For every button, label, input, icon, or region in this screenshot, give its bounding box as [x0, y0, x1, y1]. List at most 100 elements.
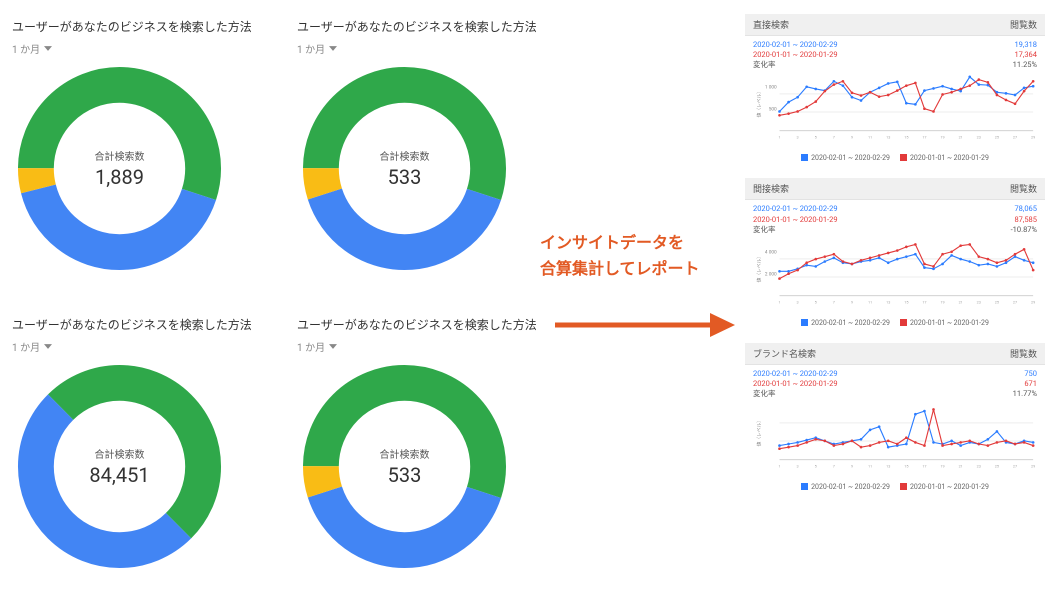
line-chart-svg: 1357911131517192123252729値（レベル）4 0002 00… — [753, 237, 1037, 313]
series2-label: 2020-01-01 ~ 2020-01-29 — [753, 379, 838, 389]
card-title: ユーザーがあなたのビジネスを検索した方法 — [12, 316, 297, 333]
panel-title: 間接検索 — [753, 182, 789, 195]
series2-label: 2020-01-01 ~ 2020-01-29 — [753, 215, 838, 225]
series1-label: 2020-02-01 ~ 2020-02-29 — [753, 204, 838, 214]
series2-value: 17,364 — [1014, 50, 1037, 60]
legend-swatch-blue — [801, 319, 808, 326]
svg-text:9: 9 — [851, 463, 853, 468]
line-chart: 1357911131517192123252729値（レベル）4 0002 00… — [753, 237, 1037, 317]
svg-text:値（レベル）: 値（レベル） — [756, 89, 763, 117]
callout-text: インサイトデータを 合算集計してレポート — [540, 230, 740, 281]
legend-swatch-red — [900, 483, 907, 490]
mini-legend: 2020-02-01 ~ 2020-02-29 2020-01-01 ~ 202… — [753, 319, 1037, 327]
svg-text:値（レベル）: 値（レベル） — [756, 254, 763, 282]
svg-text:17: 17 — [922, 299, 926, 304]
panel-metric: 閲覧数 — [1010, 347, 1037, 360]
svg-text:21: 21 — [959, 463, 963, 468]
panel-title: ブランド名検索 — [753, 347, 816, 360]
svg-text:13: 13 — [886, 299, 890, 304]
line-chart-svg: 1357911131517192123252729値（レベル）1 000500 — [753, 72, 1037, 148]
period-label: 1 か月 — [12, 41, 40, 56]
svg-text:19: 19 — [940, 135, 944, 140]
panel-indirect-search: 間接検索 閲覧数 2020-02-01 ~ 2020-02-29 78,065 2… — [745, 178, 1045, 328]
svg-text:9: 9 — [851, 299, 853, 304]
svg-text:23: 23 — [977, 299, 981, 304]
callout-line-2: 合算集計してレポート — [540, 256, 740, 282]
donut-chart: 合計検索数 533 — [297, 61, 512, 276]
svg-text:7: 7 — [833, 463, 835, 468]
svg-text:11: 11 — [868, 299, 872, 304]
svg-text:2 000: 2 000 — [765, 271, 777, 277]
donut-chart: 合計検索数 84,451 — [12, 359, 227, 574]
mini-legend: 2020-02-01 ~ 2020-02-29 2020-01-01 ~ 202… — [753, 154, 1037, 162]
series2-label: 2020-01-01 ~ 2020-01-29 — [753, 50, 838, 60]
center-value: 84,451 — [89, 463, 149, 487]
svg-text:3: 3 — [797, 135, 799, 140]
series2-value: 87,585 — [1014, 215, 1037, 225]
svg-text:21: 21 — [959, 135, 963, 140]
svg-text:15: 15 — [904, 463, 908, 468]
rate-value: 11.77% — [1013, 389, 1037, 399]
center-label: 合計検索数 — [380, 148, 430, 163]
svg-text:23: 23 — [977, 135, 981, 140]
svg-text:5: 5 — [815, 299, 817, 304]
svg-text:7: 7 — [833, 135, 835, 140]
svg-text:19: 19 — [940, 299, 944, 304]
panel-metric: 閲覧数 — [1010, 18, 1037, 31]
series1-value: 78,065 — [1014, 204, 1037, 214]
panel-direct-search: 直接検索 閲覧数 2020-02-01 ~ 2020-02-2919,318 2… — [745, 14, 1045, 164]
callout-line-1: インサイトデータを — [540, 230, 740, 256]
series1-label: 2020-02-01 ~ 2020-02-29 — [753, 369, 838, 379]
center-value: 533 — [388, 165, 422, 189]
period-label: 1 か月 — [297, 339, 325, 354]
period-dropdown[interactable]: 1 か月 — [12, 41, 52, 56]
legend-swatch-red — [900, 154, 907, 161]
svg-text:7: 7 — [833, 299, 835, 304]
svg-text:13: 13 — [886, 135, 890, 140]
legend2: 2020-01-01 ~ 2020-01-29 — [910, 483, 989, 491]
center-label: 合計検索数 — [380, 446, 430, 461]
series2-value: 671 — [1024, 379, 1037, 389]
rate-value: -10.87% — [1011, 225, 1037, 235]
period-dropdown[interactable]: 1 か月 — [297, 339, 337, 354]
center-value: 1,889 — [95, 165, 144, 189]
svg-text:25: 25 — [995, 463, 999, 468]
svg-text:500: 500 — [769, 107, 777, 113]
svg-text:19: 19 — [940, 463, 944, 468]
svg-text:3: 3 — [797, 463, 799, 468]
svg-text:5: 5 — [815, 135, 817, 140]
svg-text:1: 1 — [778, 135, 780, 140]
period-dropdown[interactable]: 1 か月 — [297, 41, 337, 56]
panel-title: 直接検索 — [753, 18, 789, 31]
svg-text:25: 25 — [995, 135, 999, 140]
panel-metric: 閲覧数 — [1010, 182, 1037, 195]
series1-label: 2020-02-01 ~ 2020-02-29 — [753, 40, 838, 50]
chevron-down-icon — [44, 46, 52, 51]
svg-text:1: 1 — [778, 299, 780, 304]
svg-text:29: 29 — [1031, 463, 1035, 468]
donut-card-3: ユーザーがあなたのビジネスを検索した方法 1 か月 合計検索数 533 — [297, 316, 582, 584]
svg-text:17: 17 — [922, 463, 926, 468]
line-chart: 1357911131517192123252729値（レベル） — [753, 401, 1037, 481]
series1-value: 750 — [1024, 369, 1037, 379]
legend-swatch-red — [900, 319, 907, 326]
arrow-icon — [555, 310, 735, 340]
legend1: 2020-02-01 ~ 2020-02-29 — [811, 319, 890, 327]
panel-header: ブランド名検索 閲覧数 — [745, 343, 1045, 365]
svg-text:29: 29 — [1031, 299, 1035, 304]
donut-card-2: ユーザーがあなたのビジネスを検索した方法 1 か月 合計検索数 84,451 — [12, 316, 297, 584]
rate-label: 変化率 — [753, 225, 776, 235]
svg-text:5: 5 — [815, 463, 817, 468]
period-dropdown[interactable]: 1 か月 — [12, 339, 52, 354]
legend1: 2020-02-01 ~ 2020-02-29 — [811, 483, 890, 491]
card-title: ユーザーがあなたのビジネスを検索した方法 — [297, 316, 582, 333]
svg-text:15: 15 — [904, 135, 908, 140]
center-label: 合計検索数 — [95, 148, 145, 163]
card-title: ユーザーがあなたのビジネスを検索した方法 — [297, 18, 582, 35]
center-value: 533 — [388, 463, 422, 487]
chevron-down-icon — [44, 344, 52, 349]
donut-chart: 合計検索数 1,889 — [12, 61, 227, 276]
svg-text:9: 9 — [851, 135, 853, 140]
line-chart-svg: 1357911131517192123252729値（レベル） — [753, 401, 1037, 477]
legend2: 2020-01-01 ~ 2020-01-29 — [910, 154, 989, 162]
